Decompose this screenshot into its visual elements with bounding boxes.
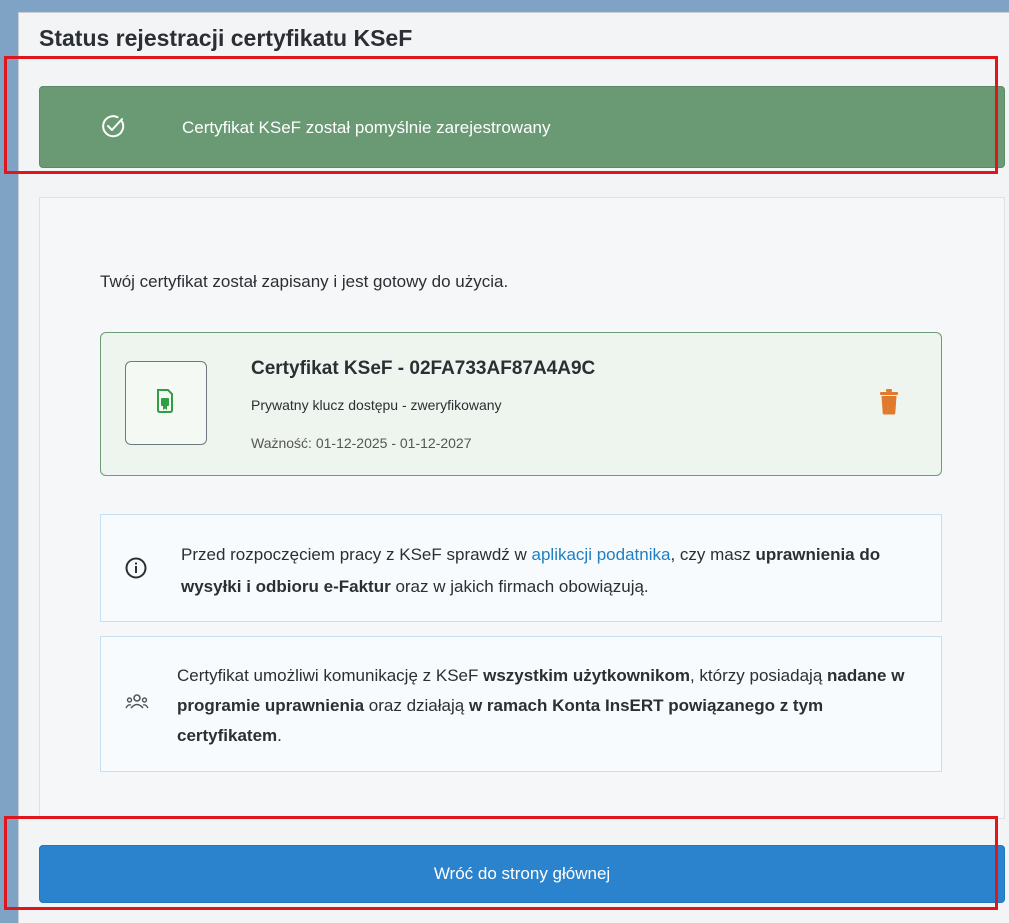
- certificate-icon-box: [125, 361, 207, 445]
- certificate-title: Certyfikat KSeF - 02FA733AF87A4A9C: [251, 358, 596, 379]
- users-icon: [125, 694, 149, 715]
- success-message: Certyfikat KSeF został pomyślnie zarejes…: [182, 118, 551, 137]
- info-icon: [125, 557, 147, 584]
- certificate-key-status: Prywatny klucz dostępu - zweryfikowany: [251, 397, 502, 413]
- certificate-validity: Ważność: 01-12-2025 - 01-12-2027: [251, 435, 472, 451]
- trash-icon[interactable]: [879, 389, 899, 420]
- certificate-file-icon: [157, 389, 173, 413]
- content-panel: Twój certyfikat został zapisany i jest g…: [39, 197, 1005, 819]
- dialog-window: Status rejestracji certyfikatu KSeF Cert…: [18, 12, 1009, 923]
- dialog-title: Status rejestracji certyfikatu KSeF: [39, 25, 413, 51]
- info-text: Przed rozpoczęciem pracy z KSeF sprawdź …: [181, 545, 881, 596]
- info-box: Przed rozpoczęciem pracy z KSeF sprawdź …: [100, 514, 942, 622]
- taxpayer-app-link[interactable]: aplikacji podatnika: [532, 545, 671, 564]
- users-note-text: Certyfikat umożliwi komunikację z KSeF w…: [177, 666, 905, 745]
- intro-text: Twój certyfikat został zapisany i jest g…: [100, 272, 509, 291]
- success-banner: Certyfikat KSeF został pomyślnie zarejes…: [39, 86, 1005, 168]
- certificate-card: Certyfikat KSeF - 02FA733AF87A4A9C Prywa…: [100, 332, 942, 476]
- back-to-home-button[interactable]: Wróć do strony głównej: [39, 845, 1005, 903]
- users-note-box: Certyfikat umożliwi komunikację z KSeF w…: [100, 636, 942, 772]
- check-circle-icon: [100, 113, 126, 139]
